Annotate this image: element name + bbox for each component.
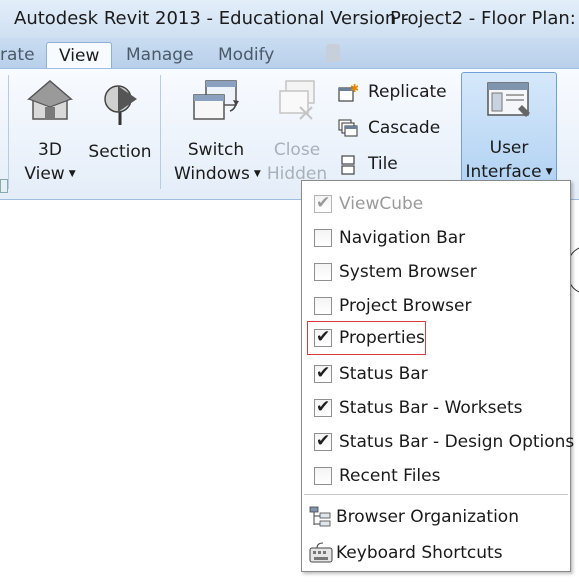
window-title: Autodesk Revit 2013 - Educational Versio… (14, 8, 409, 29)
menu-item-recent-files[interactable]: Recent Files (302, 459, 570, 493)
user-interface-button[interactable]: User Interface ▼ (461, 72, 557, 182)
dropdown-arrow-icon: ▼ (253, 169, 261, 179)
ribbon-divider (160, 75, 161, 189)
menu-item-status-bar[interactable]: ✔ Status Bar (302, 357, 570, 391)
check-icon: ✔ (316, 193, 331, 213)
tab-overflow-icon[interactable] (326, 44, 340, 62)
switch-windows-button[interactable]: Switch Windows ▼ (174, 77, 261, 186)
keyboard-shortcuts-button[interactable]: Keyboard Shortcuts (302, 536, 570, 570)
3d-view-button[interactable]: 3D View ▼ (18, 77, 82, 186)
checkbox[interactable] (314, 467, 332, 485)
keyboard-icon (309, 542, 333, 563)
document-title: Project2 - Floor Plan: Lev (390, 8, 579, 29)
dropdown-arrow-icon: ▼ (545, 167, 553, 177)
browser-organization-button[interactable]: Browser Organization (302, 500, 570, 534)
checkbox[interactable]: ✔ (314, 193, 332, 213)
section-icon (104, 85, 137, 125)
checkbox[interactable]: ✔ (314, 431, 332, 451)
menu-divider (304, 494, 568, 495)
tab-modify[interactable]: Modify (218, 42, 274, 68)
menu-item-properties[interactable]: ✔ Properties (302, 321, 570, 355)
switch-windows-icon (193, 80, 239, 120)
tab-view[interactable]: View (46, 42, 113, 68)
checkbox[interactable] (314, 263, 332, 281)
check-icon: ✔ (316, 431, 331, 451)
check-icon: ✔ (316, 363, 331, 383)
checkbox[interactable] (314, 297, 332, 315)
check-icon: ✔ (316, 327, 331, 347)
user-interface-icon (487, 82, 530, 117)
tab-collaborate[interactable]: rate (0, 42, 35, 68)
close-hidden-button[interactable]: Close Hidden (262, 77, 332, 186)
menu-item-system-browser[interactable]: System Browser (302, 255, 570, 289)
check-icon: ✔ (316, 397, 331, 417)
ribbon-divider (8, 75, 9, 189)
panel-launcher-icon[interactable] (0, 179, 8, 193)
svg-text:✱: ✱ (350, 83, 358, 95)
user-interface-menu: ✔ ViewCube Navigation Bar System Browser… (301, 180, 574, 572)
section-button[interactable]: Section (88, 77, 152, 164)
menu-item-navigation-bar[interactable]: Navigation Bar (302, 221, 570, 255)
checkbox[interactable]: ✔ (314, 327, 332, 347)
browser-organization-icon (309, 506, 331, 527)
title-bar: Autodesk Revit 2013 - Educational Versio… (0, 0, 579, 38)
checkbox[interactable]: ✔ (314, 397, 332, 417)
dropdown-arrow-icon: ▼ (68, 169, 76, 179)
menu-item-status-bar-design-options[interactable]: ✔ Status Bar - Design Options (302, 425, 574, 459)
checkbox[interactable] (314, 229, 332, 247)
cascade-icon (338, 119, 358, 137)
tile-icon (341, 155, 355, 175)
menu-item-viewcube[interactable]: ✔ ViewCube (302, 187, 570, 221)
replicate-icon: ✱ (338, 83, 358, 102)
close-hidden-icon (279, 80, 315, 120)
menu-item-project-browser[interactable]: Project Browser (302, 289, 570, 323)
house-icon (26, 80, 74, 120)
menu-item-status-bar-worksets[interactable]: ✔ Status Bar - Worksets (302, 391, 570, 425)
ribbon-tabs: rate View Manage Modify (0, 38, 579, 68)
tab-manage[interactable]: Manage (126, 42, 194, 68)
checkbox[interactable]: ✔ (314, 363, 332, 383)
